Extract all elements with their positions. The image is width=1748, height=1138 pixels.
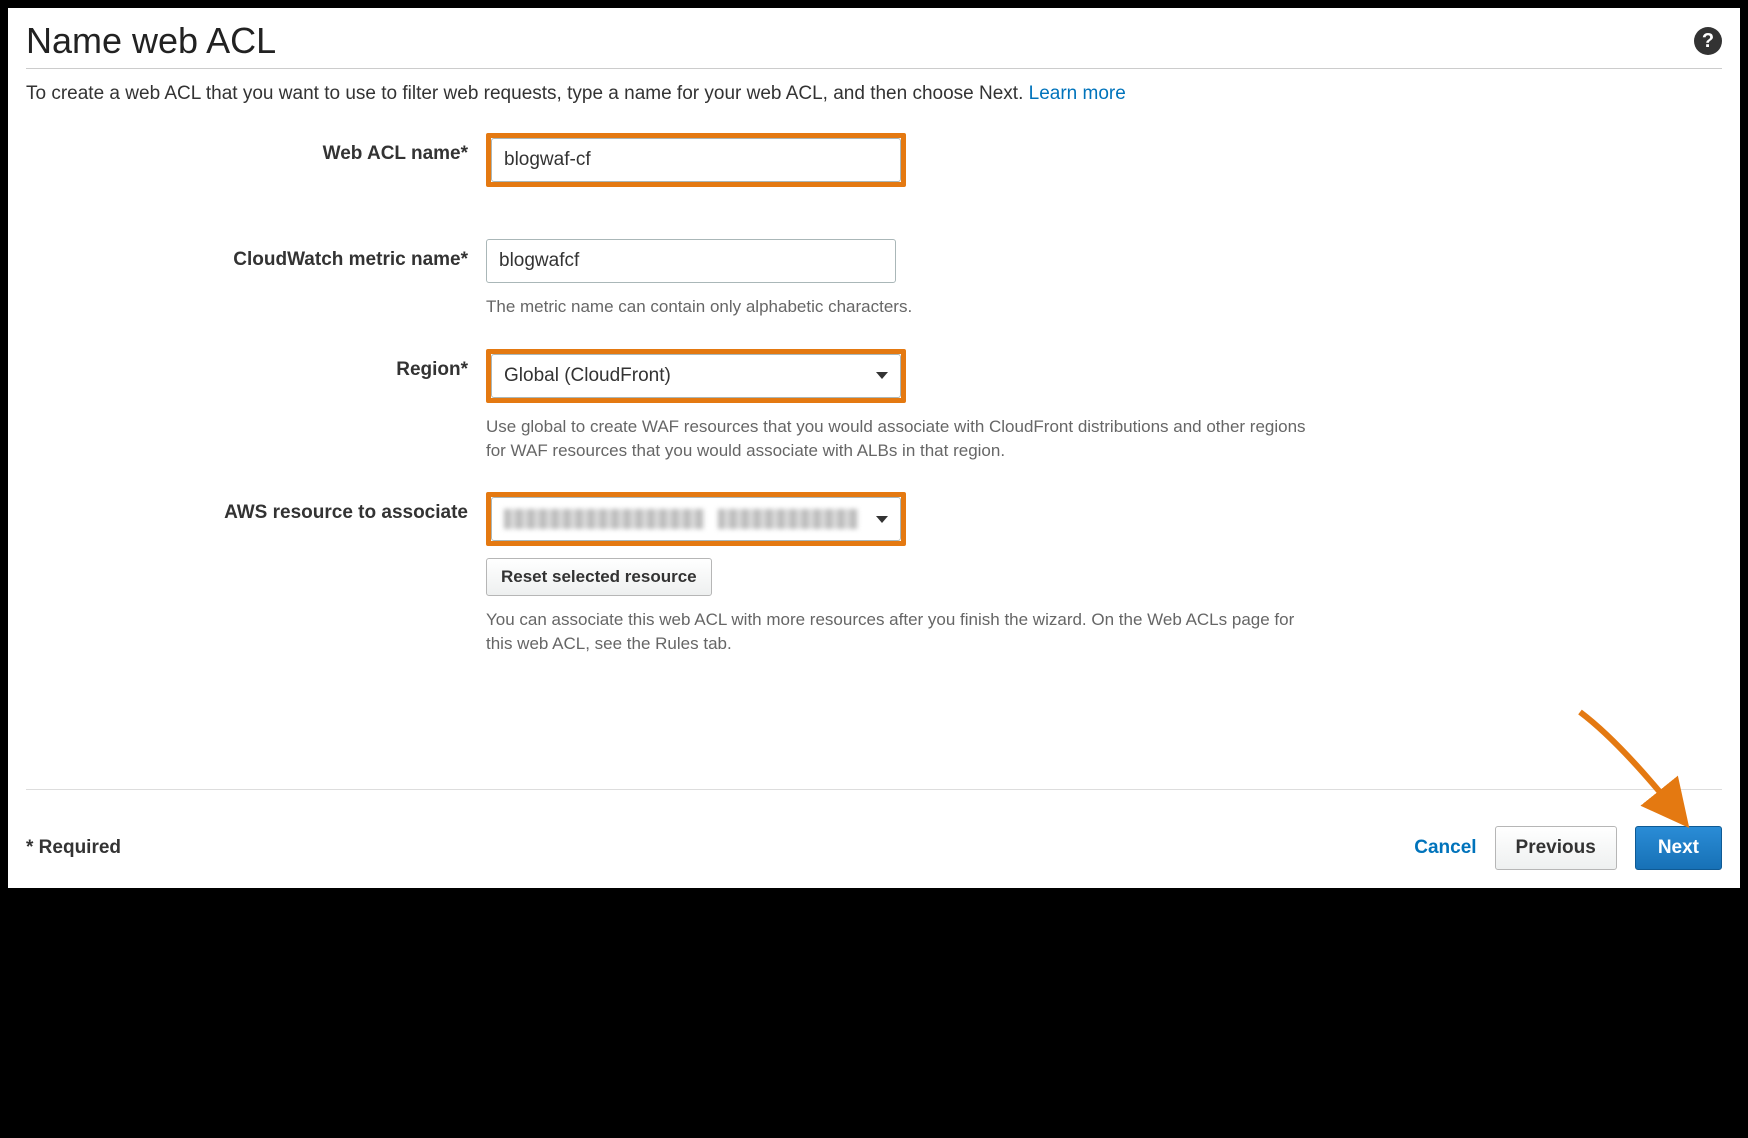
highlight-region: Global (CloudFront) <box>486 349 906 403</box>
resource-select[interactable] <box>491 497 901 541</box>
metric-name-label: CloudWatch metric name* <box>26 239 486 271</box>
required-note: * Required <box>26 837 121 859</box>
next-button[interactable]: Next <box>1635 826 1722 870</box>
region-label: Region* <box>26 349 486 381</box>
highlight-web-acl-name <box>486 133 906 187</box>
previous-button[interactable]: Previous <box>1495 826 1617 870</box>
page-title: Name web ACL <box>26 20 276 62</box>
resource-label: AWS resource to associate <box>26 492 486 524</box>
cancel-button[interactable]: Cancel <box>1414 837 1476 859</box>
resource-redacted-value <box>504 509 876 529</box>
web-acl-name-label: Web ACL name* <box>26 133 486 165</box>
resource-help: You can associate this web ACL with more… <box>486 608 1306 656</box>
highlight-resource <box>486 492 906 546</box>
help-icon[interactable]: ? <box>1694 27 1722 55</box>
intro-text: To create a web ACL that you want to use… <box>26 83 1722 105</box>
metric-name-help: The metric name can contain only alphabe… <box>486 295 1306 319</box>
region-selected-value: Global (CloudFront) <box>504 365 671 387</box>
reset-resource-button[interactable]: Reset selected resource <box>486 558 712 596</box>
region-help: Use global to create WAF resources that … <box>486 415 1306 463</box>
region-select[interactable]: Global (CloudFront) <box>491 354 901 398</box>
chevron-down-icon <box>876 516 888 523</box>
web-acl-name-input[interactable] <box>491 138 901 182</box>
chevron-down-icon <box>876 372 888 379</box>
intro-text-body: To create a web ACL that you want to use… <box>26 83 1029 104</box>
metric-name-input[interactable] <box>486 239 896 283</box>
learn-more-link[interactable]: Learn more <box>1029 83 1126 104</box>
